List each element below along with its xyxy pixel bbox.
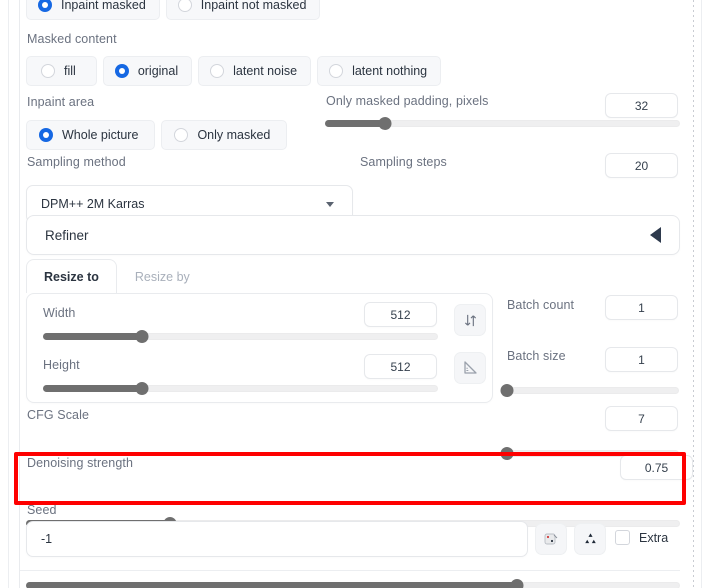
radio-fill[interactable]: fill — [26, 56, 97, 86]
radio-dot-icon — [38, 0, 52, 12]
height-slider[interactable] — [43, 382, 438, 395]
inpaint-mode-group[interactable]: Inpaint masked Inpaint not masked — [26, 0, 321, 20]
only-masked-padding-value[interactable]: 32 — [605, 93, 678, 118]
sampling-steps-label: Sampling steps — [360, 155, 447, 169]
section-divider — [20, 570, 680, 571]
slider-fill — [26, 582, 517, 588]
dice-icon — [544, 533, 558, 545]
cfg-scale-label: CFG Scale — [27, 408, 90, 422]
radio-whole-picture[interactable]: Whole picture — [26, 120, 156, 150]
tab-label: Resize by — [134, 270, 190, 284]
radio-label: Inpaint masked — [61, 0, 146, 12]
inpaint-settings-panel: Inpaint masked Inpaint not masked Masked… — [0, 0, 704, 588]
radio-latent-nothing[interactable]: latent nothing — [317, 56, 442, 86]
swap-dimensions-button[interactable] — [454, 304, 486, 336]
width-label: Width — [43, 306, 76, 320]
slider-fill — [325, 120, 386, 127]
slider-thumb[interactable] — [135, 330, 149, 343]
slider-thumb[interactable] — [500, 447, 514, 460]
calc-ratio-button[interactable] — [454, 352, 486, 384]
radio-dot-icon — [329, 64, 344, 78]
radio-label: Inpaint not masked — [200, 0, 307, 12]
slider-track — [507, 387, 679, 394]
batch-count-slider[interactable] — [500, 384, 679, 397]
resize-section: Resize to Resize by Width 512 Height 512 — [26, 259, 493, 403]
cfg-scale-value[interactable]: 7 — [605, 406, 678, 431]
batch-count-label: Batch count — [507, 298, 575, 312]
recycle-icon — [584, 532, 596, 543]
radio-label: original — [137, 64, 179, 78]
radio-label: fill — [64, 64, 76, 78]
radio-label: latent nothing — [352, 64, 428, 78]
slider-fill — [43, 333, 142, 340]
only-masked-padding-slider[interactable] — [325, 117, 680, 130]
radio-only-masked[interactable]: Only masked — [161, 120, 288, 150]
tab-label: Resize to — [44, 270, 99, 284]
radio-dot-icon — [39, 128, 53, 142]
slider-thumb[interactable] — [135, 382, 149, 395]
batch-size-value[interactable]: 1 — [605, 347, 678, 372]
seed-label: Seed — [27, 503, 57, 517]
slider-fill — [43, 385, 142, 392]
swap-vertical-icon — [464, 314, 476, 326]
slider-thumb[interactable] — [378, 117, 392, 130]
radio-dot-icon — [41, 64, 55, 78]
resize-tabs[interactable]: Resize to Resize by — [26, 259, 208, 293]
radio-inpaint-masked[interactable]: Inpaint masked — [26, 0, 160, 20]
extra-checkbox[interactable] — [615, 530, 630, 545]
slider-thumb[interactable] — [500, 384, 514, 397]
seed-input[interactable]: -1 — [26, 521, 528, 557]
sampling-method-label: Sampling method — [27, 155, 126, 169]
batch-size-label: Batch size — [507, 349, 566, 363]
height-value[interactable]: 512 — [364, 354, 437, 379]
panel-edge-left-outer — [8, 0, 9, 588]
inpaint-area-label: Inpaint area — [27, 95, 95, 109]
radio-latent-noise[interactable]: latent noise — [198, 56, 312, 86]
refiner-title: Refiner — [45, 227, 89, 243]
radio-dot-icon — [174, 128, 189, 142]
tab-resize-by[interactable]: Resize by — [117, 259, 208, 293]
triangle-left-icon — [650, 227, 661, 243]
only-masked-padding-label: Only masked padding, pixels — [326, 94, 489, 108]
triangle-ruler-icon — [464, 361, 477, 374]
chevron-down-icon — [326, 202, 334, 207]
extra-label: Extra — [639, 530, 669, 545]
tab-resize-to[interactable]: Resize to — [26, 259, 117, 293]
extra-toggle[interactable]: Extra — [615, 530, 668, 545]
refiner-accordion[interactable]: Refiner — [26, 215, 680, 255]
radio-inpaint-not-masked[interactable]: Inpaint not masked — [165, 0, 321, 20]
resize-to-pane: Width 512 Height 512 — [26, 293, 493, 403]
radio-label: latent noise — [233, 64, 298, 78]
width-value[interactable]: 512 — [364, 302, 437, 327]
radio-label: Whole picture — [62, 128, 139, 142]
denoising-strength-label: Denoising strength — [27, 456, 134, 470]
panel-edge-right — [701, 0, 702, 588]
sampling-steps-value[interactable]: 20 — [605, 153, 678, 178]
radio-original[interactable]: original — [102, 56, 193, 86]
denoising-strength-value[interactable]: 0.75 — [620, 455, 693, 480]
radio-dot-icon — [177, 0, 192, 12]
panel-resize-handle[interactable] — [693, 0, 694, 588]
masked-content-label: Masked content — [27, 32, 117, 46]
inpaint-area-group[interactable]: Whole picture Only masked — [26, 120, 288, 150]
sampling-method-value: DPM++ 2M Karras — [41, 197, 145, 211]
width-slider[interactable] — [43, 330, 438, 343]
settings-content: Inpaint masked Inpaint not masked Masked… — [20, 0, 693, 588]
height-label: Height — [43, 358, 80, 372]
reuse-seed-button[interactable] — [574, 523, 606, 555]
batch-count-value[interactable]: 1 — [605, 295, 678, 320]
randomize-seed-button[interactable] — [535, 523, 567, 555]
denoising-strength-slider[interactable] — [26, 579, 680, 588]
slider-thumb[interactable] — [510, 579, 523, 588]
radio-dot-icon — [114, 64, 129, 78]
radio-dot-icon — [210, 64, 225, 78]
masked-content-group[interactable]: fill original latent noise latent nothin… — [26, 56, 442, 86]
radio-label: Only masked — [197, 128, 271, 142]
